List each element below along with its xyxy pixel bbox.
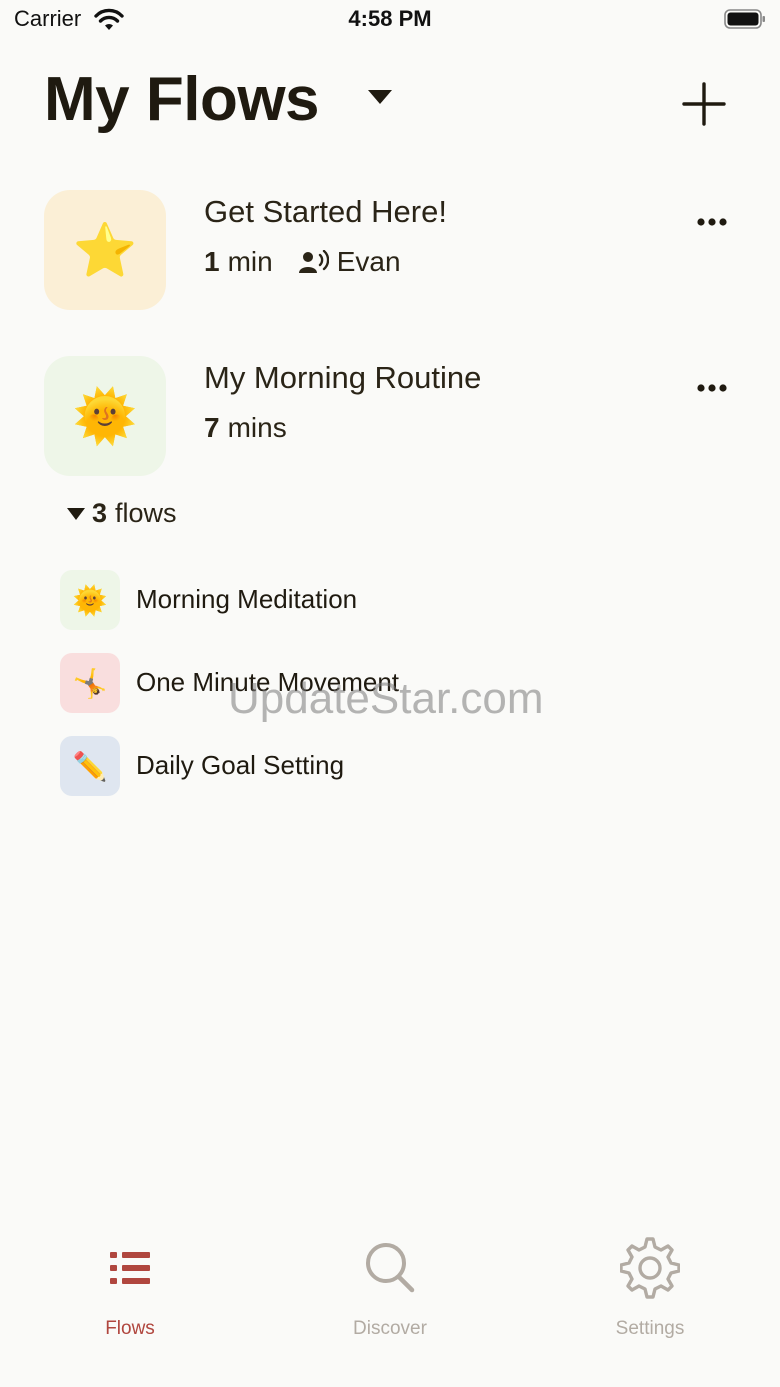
flow-card-get-started[interactable]: ⭐ Get Started Here! 1 min Evan — [44, 190, 744, 314]
clock: 4:58 PM — [348, 6, 432, 31]
watermark: UpdateStar.com — [228, 674, 544, 723]
duration-unit: min — [227, 246, 273, 277]
gear-icon — [620, 1237, 680, 1299]
tab-flows[interactable]: Flows — [30, 1236, 230, 1346]
triangle-down-icon — [67, 507, 85, 520]
battery-icon — [724, 9, 765, 29]
more-options-icon[interactable] — [696, 214, 728, 230]
voice-name: Evan — [336, 246, 401, 277]
duration-value: 1 — [204, 246, 220, 277]
list-item-morning-meditation[interactable]: 🌞 Morning Meditation — [60, 570, 560, 632]
flow-card-morning-routine[interactable]: 🌞 My Morning Routine 7 mins — [44, 356, 744, 480]
tab-label: Settings — [615, 1318, 685, 1339]
tab-label: Flows — [105, 1318, 155, 1339]
tab-label: Discover — [353, 1318, 427, 1339]
sub-flow-thumbnail: ✏️ — [60, 736, 120, 796]
flow-thumbnail: ⭐ — [44, 190, 166, 310]
voice-info: Evan — [298, 246, 401, 278]
tab-discover[interactable]: Discover — [290, 1236, 490, 1346]
list-item-daily-goal-setting[interactable]: ✏️ Daily Goal Setting — [60, 736, 560, 798]
list-icon — [110, 1252, 150, 1284]
add-flow-button[interactable] — [682, 82, 726, 126]
sub-flows-count: 3 — [92, 498, 108, 528]
duration-unit: mins — [227, 412, 287, 443]
sub-flows-label: flows — [115, 498, 177, 528]
duration-value: 7 — [204, 412, 220, 443]
tab-settings[interactable]: Settings — [550, 1236, 750, 1346]
flow-title: Get Started Here! — [204, 194, 447, 229]
flow-title: My Morning Routine — [204, 360, 482, 395]
sub-flow-thumbnail: 🤸 — [60, 653, 120, 713]
flow-meta: 7 mins — [204, 412, 287, 444]
flow-thumbnail: 🌞 — [44, 356, 166, 476]
more-options-icon[interactable] — [696, 380, 728, 396]
speaker-person-icon — [298, 250, 329, 273]
page-title[interactable]: My Flows — [44, 64, 320, 135]
search-icon — [366, 1243, 415, 1293]
sub-flow-label: Daily Goal Setting — [136, 750, 345, 780]
flow-meta: 1 min Evan — [204, 246, 401, 278]
chevron-down-icon[interactable] — [367, 89, 393, 105]
sub-flow-label: Morning Meditation — [136, 584, 358, 614]
sub-flows-toggle[interactable]: 3 flows — [66, 498, 177, 529]
sub-flow-thumbnail: 🌞 — [60, 570, 120, 630]
